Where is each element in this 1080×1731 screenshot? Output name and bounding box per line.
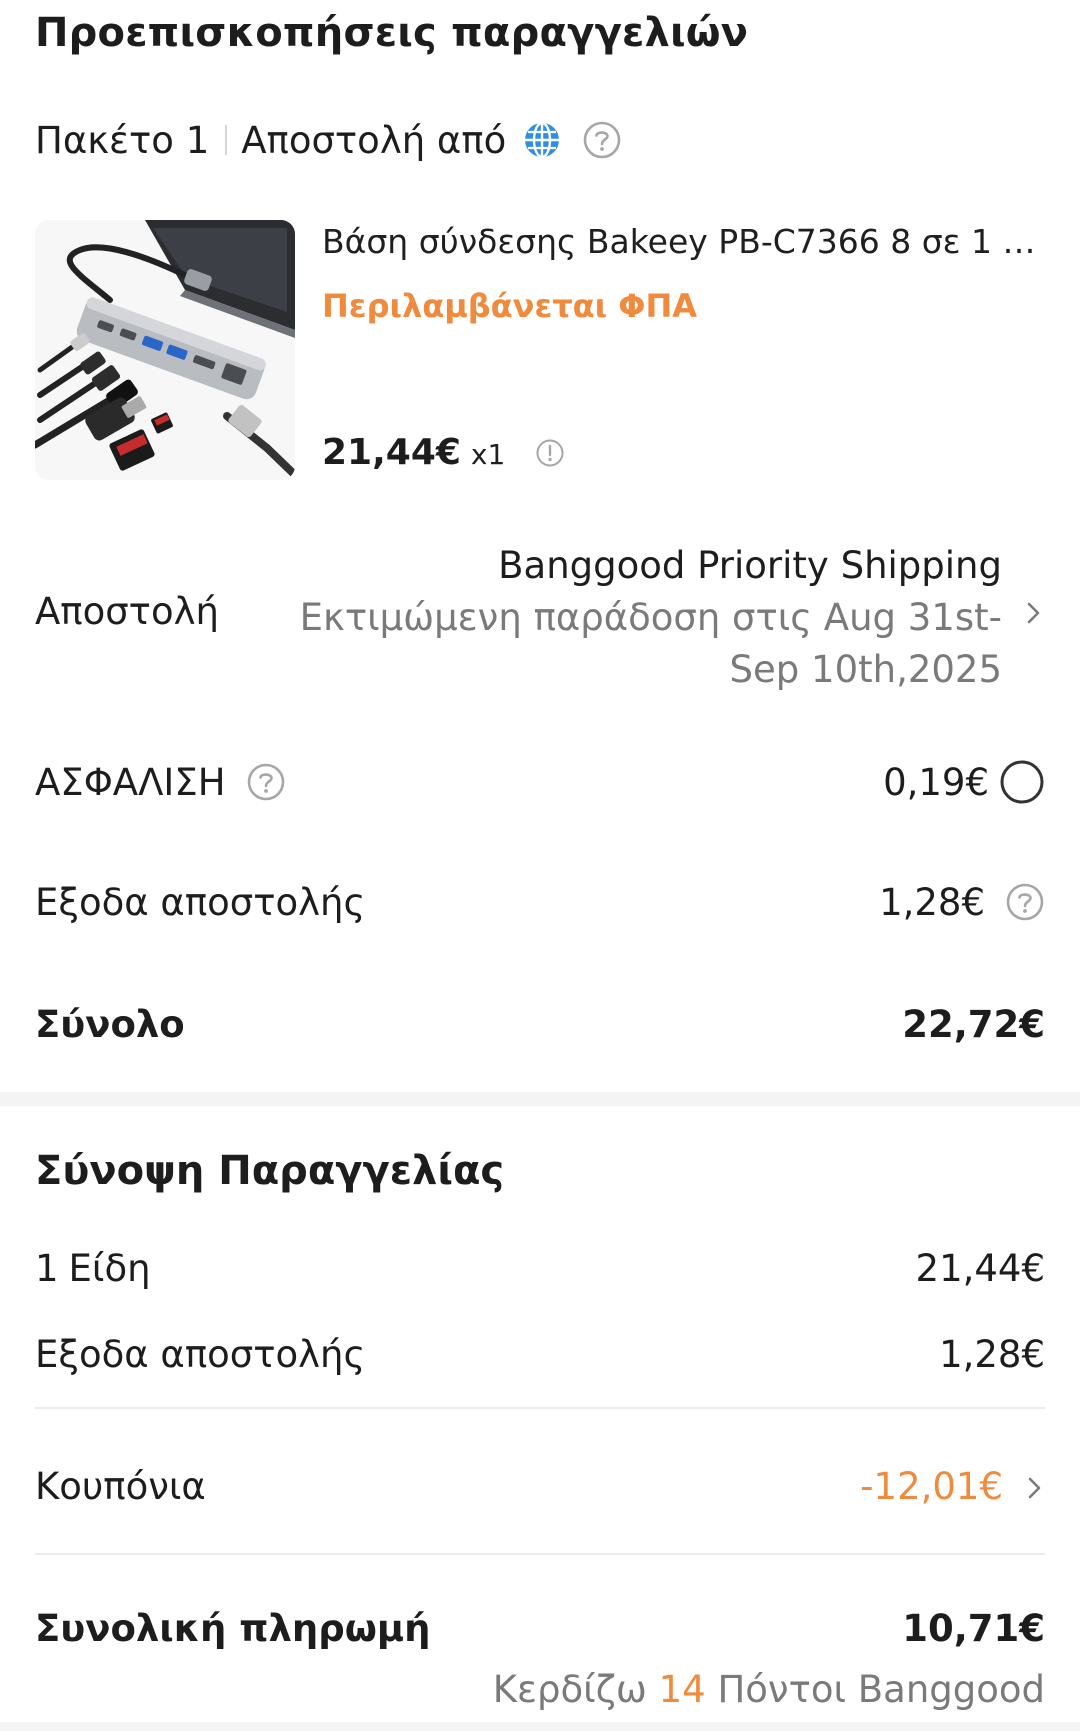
- product-quantity: x1: [470, 438, 506, 471]
- summary-items-label: Είδη: [68, 1246, 151, 1290]
- summary-divider: [35, 1407, 1045, 1409]
- grand-total-label: Συνολική πληρωμή: [35, 1606, 431, 1650]
- summary-shipping-value: 1,28€: [939, 1332, 1045, 1376]
- shipping-label: Αποστολή: [35, 590, 219, 633]
- ships-from-label: Αποστολή από: [241, 118, 507, 162]
- product-image[interactable]: [35, 220, 295, 480]
- package-total-label: Σύνολο: [35, 1002, 185, 1046]
- summary-items-count: 1: [35, 1246, 59, 1290]
- product-price-row: 21,44€ x1: [322, 432, 565, 473]
- vat-included-note: Περιλαμβάνεται ΦΠΑ: [322, 287, 698, 325]
- product-price: 21,44€: [322, 432, 461, 473]
- shipping-eta-line1: Εκτιμώμενη παράδοση στις Aug 31st-: [299, 596, 1002, 639]
- summary-shipping-label: Εξοδα αποστολής: [35, 1332, 366, 1376]
- chevron-right-icon[interactable]: [1023, 596, 1045, 630]
- shipping-cost-row: Εξοδα αποστολής 1,28€: [35, 874, 1045, 930]
- coupons-chevron-icon[interactable]: [1025, 1470, 1045, 1502]
- insurance-radio[interactable]: [999, 759, 1045, 805]
- insurance-label: ΑΣΦΑΛΙΣΗ: [35, 760, 226, 804]
- grand-total-value: 10,71€: [902, 1606, 1045, 1650]
- shipping-cost-label: Εξοδα αποστολής: [35, 880, 366, 924]
- info-icon[interactable]: [535, 438, 565, 468]
- product-title[interactable]: Βάση σύνδεσης Bakeey PB-C7366 8 σε 1 με …: [322, 222, 1047, 261]
- earn-points: 14: [658, 1668, 706, 1711]
- points-earn-note: Κερδίζω 14 Πόντοι Banggood: [493, 1668, 1045, 1711]
- summary-shipping-row: Εξοδα αποστολής 1,28€: [35, 1326, 1045, 1382]
- shipping-cost-value: 1,28€: [879, 880, 985, 924]
- order-summary-title: Σύνοψη Παραγγελίας: [35, 1148, 505, 1194]
- package-separator: [225, 125, 228, 155]
- shipping-eta-line2: Sep 10th,2025: [729, 648, 1002, 691]
- total-divider: [35, 1553, 1045, 1555]
- earn-suffix: Πόντοι Banggood: [717, 1668, 1045, 1711]
- shipping-cost-help-icon[interactable]: [1005, 882, 1045, 922]
- insurance-row: ΑΣΦΑΛΙΣΗ 0,19€: [35, 754, 1045, 810]
- insurance-value: 0,19€: [883, 760, 989, 804]
- shipping-method-selector[interactable]: Banggood Priority Shipping Εκτιμώμενη πα…: [262, 540, 1002, 696]
- order-preview-page: Προεπισκοπήσεις παραγγελιών Πακέτο 1 Απο…: [0, 0, 1080, 1731]
- package-total-value: 22,72€: [902, 1002, 1045, 1046]
- package-total-row: Σύνολο 22,72€: [35, 996, 1045, 1052]
- bottom-divider: [0, 1722, 1080, 1731]
- summary-items-row: 1 Είδη 21,44€: [35, 1240, 1045, 1296]
- coupons-value: -12,01€: [860, 1464, 1003, 1508]
- coupons-label: Κουπόνια: [35, 1464, 206, 1508]
- summary-items-value: 21,44€: [915, 1246, 1045, 1290]
- shipping-method: Banggood Priority Shipping: [498, 544, 1002, 587]
- grand-total-row: Συνολική πληρωμή 10,71€: [35, 1600, 1045, 1656]
- package-label: Πακέτο 1: [35, 118, 210, 162]
- coupons-row[interactable]: Κουπόνια -12,01€: [35, 1458, 1045, 1514]
- page-title: Προεπισκοπήσεις παραγγελιών: [35, 10, 749, 56]
- earn-prefix: Κερδίζω: [492, 1668, 647, 1711]
- globe-icon: [522, 120, 562, 160]
- package-header: Πακέτο 1 Αποστολή από: [35, 115, 622, 165]
- insurance-help-icon[interactable]: [246, 762, 286, 802]
- help-icon[interactable]: [582, 120, 622, 160]
- section-divider: [0, 1092, 1080, 1106]
